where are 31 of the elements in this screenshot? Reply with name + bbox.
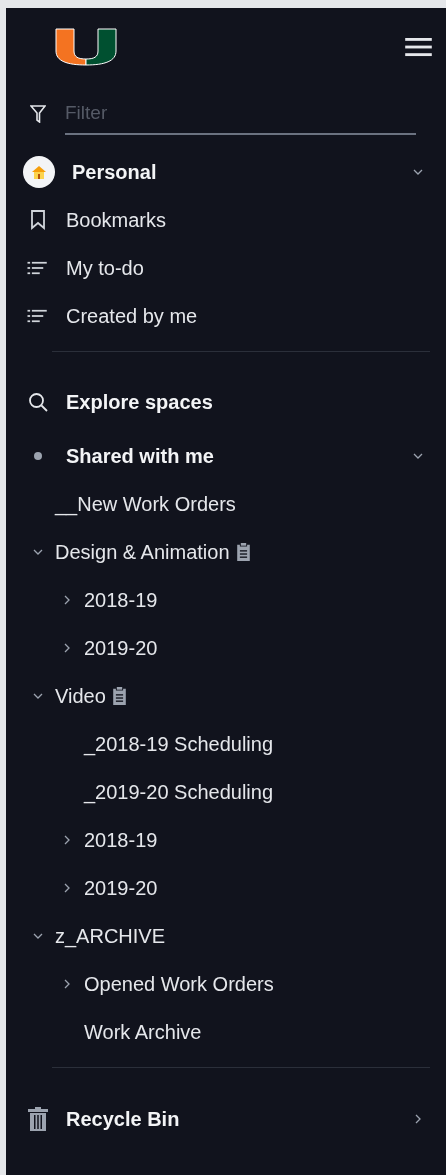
bookmark-icon — [30, 210, 46, 230]
tree-item[interactable]: 2019-20 — [84, 633, 158, 663]
nav-item[interactable]: Recycle Bin — [66, 1104, 412, 1134]
tree-item[interactable]: 2018-19 — [84, 585, 158, 615]
avatar-icon — [23, 156, 55, 188]
tree-item[interactable]: Design & Animation — [55, 537, 230, 567]
list-icon — [27, 261, 49, 275]
tree-item[interactable]: Video — [55, 681, 106, 711]
nav-item[interactable]: My to-do — [66, 253, 144, 283]
tree-item[interactable]: 2018-19 — [84, 825, 158, 855]
tree-item[interactable]: Opened Work Orders — [84, 969, 274, 999]
filter-field[interactable]: Filter — [65, 92, 416, 136]
nav-item[interactable]: Bookmarks — [66, 205, 167, 235]
nav-item[interactable]: Explore spaces — [66, 387, 213, 417]
logo-icon — [55, 28, 117, 66]
tree-item[interactable]: Work Archive — [84, 1017, 202, 1047]
trash-icon — [28, 1107, 48, 1131]
tree-item[interactable]: __New Work Orders — [55, 489, 236, 519]
section-title[interactable]: Personal — [72, 157, 412, 187]
clipboard-icon — [235, 543, 251, 561]
tree-item[interactable]: z_ARCHIVE — [55, 921, 166, 951]
menu-icon[interactable] — [405, 37, 432, 57]
nav-item[interactable]: Created by me — [66, 301, 198, 331]
clipboard-icon — [111, 687, 127, 705]
tree-item[interactable]: _2018-19 Scheduling — [84, 729, 274, 759]
section-title[interactable]: Shared with me — [66, 441, 412, 471]
search-icon — [28, 392, 48, 412]
tree-item[interactable]: 2019-20 — [84, 873, 158, 903]
filter-icon — [30, 105, 46, 123]
list-icon — [27, 309, 49, 323]
tree-item[interactable]: _2019-20 Scheduling — [84, 777, 274, 807]
